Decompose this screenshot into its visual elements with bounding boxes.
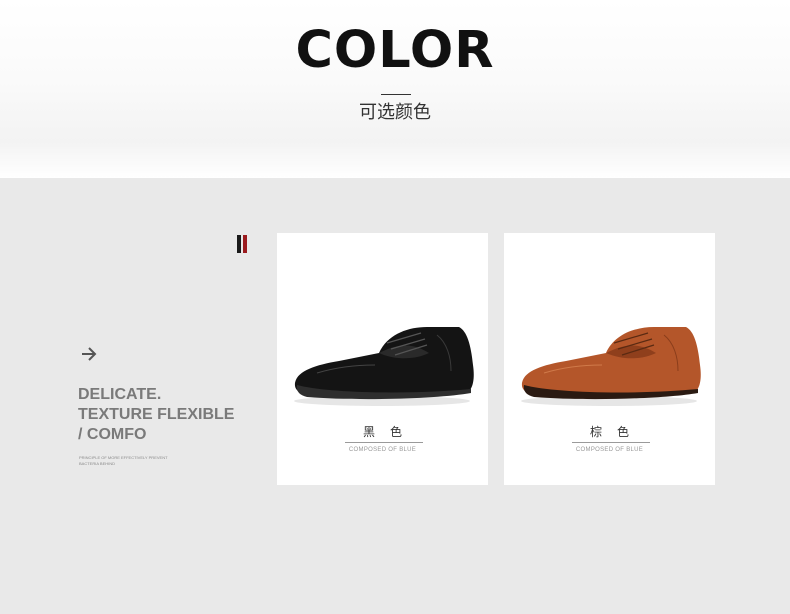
brown-oxford-shoe-image: [521, 327, 701, 406]
page-title: COLOR: [295, 21, 495, 80]
label-divider: [345, 442, 423, 443]
page-subtitle: 可选颜色: [359, 102, 431, 122]
product-card-black[interactable]: 黑色 COMPOSED OF BLUE: [277, 233, 488, 485]
color-sub-label: COMPOSED OF BLUE: [575, 447, 644, 453]
fine-print: PRINCIPLE OF MORE EFFECTIVELY PREVENT BA…: [79, 455, 189, 467]
slogan-line: TEXTURE FLEXIBLE: [78, 406, 235, 423]
slogan-text: DELICATE. TEXTURE FLEXIBLE / COMFO: [78, 385, 268, 445]
color-label: 黑色: [362, 425, 417, 439]
label-divider: [572, 442, 650, 443]
product-card-brown[interactable]: 棕色 COMPOSED OF BLUE: [504, 233, 715, 485]
header-banner: COLOR 可选颜色: [0, 0, 790, 178]
color-label: 棕色: [589, 425, 644, 439]
accent-bar-red: [243, 235, 247, 253]
slogan-line: / COMFO: [78, 426, 147, 443]
slogan-line: DELICATE.: [78, 386, 162, 403]
fine-print-line: BACTERIA BEHIND: [79, 461, 116, 466]
accent-bar-dark: [237, 235, 241, 253]
title-divider: [381, 94, 411, 95]
black-oxford-shoe-image: [294, 327, 474, 406]
right-arrow-icon: [80, 344, 98, 364]
color-sub-label: COMPOSED OF BLUE: [348, 447, 417, 453]
